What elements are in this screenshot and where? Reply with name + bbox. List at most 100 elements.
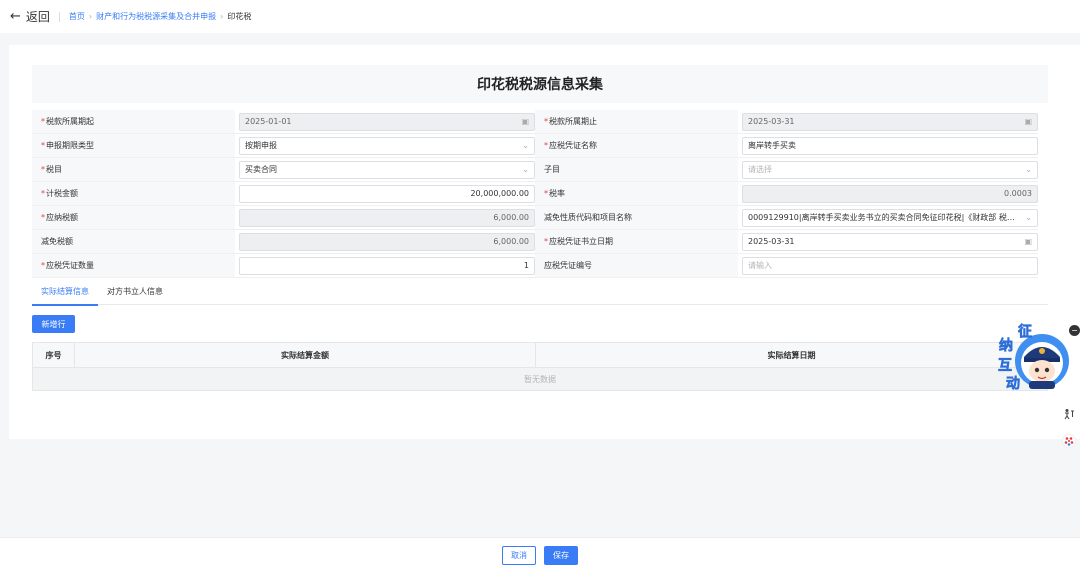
required-mark: *: [544, 237, 548, 246]
tab-counterparty[interactable]: 对方书立人信息: [98, 286, 172, 305]
field-value: 按期申报: [245, 141, 277, 150]
date-field: 2025-03-31 ▣: [742, 112, 1038, 131]
field-value: 2025-03-31: [748, 237, 795, 246]
back-button[interactable]: ← 返回: [10, 8, 50, 25]
field-label-text: 税款所属期止: [549, 117, 597, 126]
field-cell: 请输入: [738, 254, 1038, 277]
date-field: 2025-01-01 ▣: [239, 112, 535, 131]
form-row: * 税目 买卖合同 ⌄ 子目 请选择 ⌄: [32, 158, 1038, 182]
tab-actual-settlement[interactable]: 实际结算信息: [32, 286, 98, 306]
field-cell: 2025-01-01 ▣: [235, 110, 535, 133]
field-placeholder: 请输入: [748, 261, 772, 270]
select-field[interactable]: 0009129910|离岸转手买卖业务书立的买卖合同免征印花税|《财政部 税务.…: [742, 208, 1038, 227]
page-title: 印花税税源信息采集: [32, 65, 1048, 103]
text-field[interactable]: 20,000,000.00: [239, 184, 535, 203]
table-header: 序号 实际结算金额 实际结算日期: [33, 343, 1047, 367]
required-mark: *: [544, 141, 548, 150]
form-row: * 申报期限类型 按期申报 ⌄ * 应税凭证名称 离岸转手买卖: [32, 134, 1038, 158]
cancel-button[interactable]: 取消: [502, 546, 536, 565]
field-value: 离岸转手买卖: [748, 141, 796, 150]
field-label-text: 税目: [46, 165, 62, 174]
field-value: 6,000.00: [493, 213, 529, 222]
field-cell: 0.0003: [738, 182, 1038, 205]
tax-mascot-widget[interactable]: 征 纳 互 动: [998, 323, 1070, 395]
field-cell: 离岸转手买卖: [738, 134, 1038, 157]
column-header-date: 实际结算日期: [767, 350, 816, 360]
field-label-text: 减免税额: [41, 237, 73, 246]
field-label-text: 应税凭证编号: [544, 261, 592, 270]
select-field[interactable]: 买卖合同 ⌄: [239, 160, 535, 179]
field-value: 6,000.00: [493, 237, 529, 246]
text-field[interactable]: 1: [239, 256, 535, 275]
field-label: * 税目: [32, 158, 235, 181]
required-mark: *: [41, 165, 45, 174]
field-label-text: 子目: [544, 165, 560, 174]
field-label-text: 减免性质代码和项目名称: [544, 213, 632, 222]
column-header-index: 序号: [33, 343, 75, 367]
field-cell: 买卖合同 ⌄: [235, 158, 535, 181]
accessibility-icon[interactable]: [1061, 406, 1077, 422]
close-mascot-icon[interactable]: −: [1069, 325, 1080, 336]
select-field[interactable]: 请选择 ⌄: [742, 160, 1038, 179]
form-row: * 应纳税额 6,000.00 减免性质代码和项目名称 0009129910|离岸转手买…: [32, 206, 1038, 230]
text-field: 6,000.00: [239, 208, 535, 227]
breadcrumb-separator: ›: [220, 12, 224, 21]
required-mark: *: [41, 189, 45, 198]
breadcrumb-home[interactable]: 首页: [69, 11, 85, 22]
field-label: * 应税凭证名称: [535, 134, 738, 157]
text-field: 0.0003: [742, 184, 1038, 203]
field-cell: 1: [235, 254, 535, 277]
table-empty-state: 暂无数据: [33, 367, 1047, 390]
app-logo-icon[interactable]: [1061, 433, 1077, 449]
form-row: 减免税额 6,000.00 * 应税凭证书立日期 2025-03-31 ▣: [32, 230, 1038, 254]
mascot-char-hu: 互: [998, 358, 1012, 374]
mascot-char-na: 纳: [999, 337, 1013, 354]
field-label-text: 计税金额: [46, 189, 78, 198]
calendar-icon: ▣: [1024, 117, 1032, 126]
text-field[interactable]: 离岸转手买卖: [742, 136, 1038, 155]
field-cell: 2025-03-31 ▣: [738, 230, 1038, 253]
field-label: * 税款所属期止: [535, 110, 738, 133]
divider: [58, 11, 60, 22]
field-label: * 税率: [535, 182, 738, 205]
column-header-amount: 实际结算金额: [75, 343, 536, 367]
field-label: 应税凭证编号: [535, 254, 738, 277]
field-label: * 申报期限类型: [32, 134, 235, 157]
tab-bar: 实际结算信息 对方书立人信息: [32, 286, 1048, 306]
mascot-char-zheng: 征: [1018, 323, 1032, 340]
required-mark: *: [41, 213, 45, 222]
field-label-text: 应纳税额: [46, 213, 78, 222]
form-grid: * 税款所属期起 2025-01-01 ▣ * 税款所属期止 2025-03-31 ▣ * 申报期…: [32, 110, 1038, 278]
field-value: 20,000,000.00: [470, 189, 529, 198]
top-bar: ← 返回 首页 › 财产和行为税税源采集及合并申报 › 印花税: [0, 0, 1080, 33]
field-value: 2025-03-31: [748, 117, 795, 126]
field-label-text: 税率: [549, 189, 565, 198]
field-cell: 20,000,000.00: [235, 182, 535, 205]
field-cell: 6,000.00: [235, 230, 535, 253]
breadcrumb-tax-collection[interactable]: 财产和行为税税源采集及合并申报: [96, 11, 216, 22]
field-value: 买卖合同: [245, 165, 277, 174]
chevron-down-icon: ⌄: [1025, 213, 1032, 222]
text-field[interactable]: 请输入: [742, 256, 1038, 275]
mascot-char-dong: 动: [1006, 375, 1020, 392]
save-button[interactable]: 保存: [544, 546, 578, 565]
select-field[interactable]: 按期申报 ⌄: [239, 136, 535, 155]
form-row: * 计税金额 20,000,000.00 * 税率 0.0003: [32, 182, 1038, 206]
field-value: 1: [523, 261, 529, 270]
form-row: * 应税凭证数量 1 应税凭证编号 请输入: [32, 254, 1038, 278]
field-cell: 2025-03-31 ▣: [738, 110, 1038, 133]
chevron-down-icon: ⌄: [1025, 165, 1032, 174]
settlement-table: 序号 实际结算金额 实际结算日期 暂无数据: [32, 342, 1048, 391]
field-label: * 计税金额: [32, 182, 235, 205]
field-label: 子目: [535, 158, 738, 181]
field-cell: 请选择 ⌄: [738, 158, 1038, 181]
required-mark: *: [41, 261, 45, 270]
arrow-left-icon: ←: [10, 9, 21, 24]
field-label: * 应税凭证数量: [32, 254, 235, 277]
date-field[interactable]: 2025-03-31 ▣: [742, 232, 1038, 251]
field-cell: 0009129910|离岸转手买卖业务书立的买卖合同免征印花税|《财政部 税务.…: [738, 206, 1038, 229]
field-label: 减免性质代码和项目名称: [535, 206, 738, 229]
add-row-button[interactable]: 新增行: [32, 315, 75, 333]
text-field: 6,000.00: [239, 232, 535, 251]
field-cell: 按期申报 ⌄: [235, 134, 535, 157]
